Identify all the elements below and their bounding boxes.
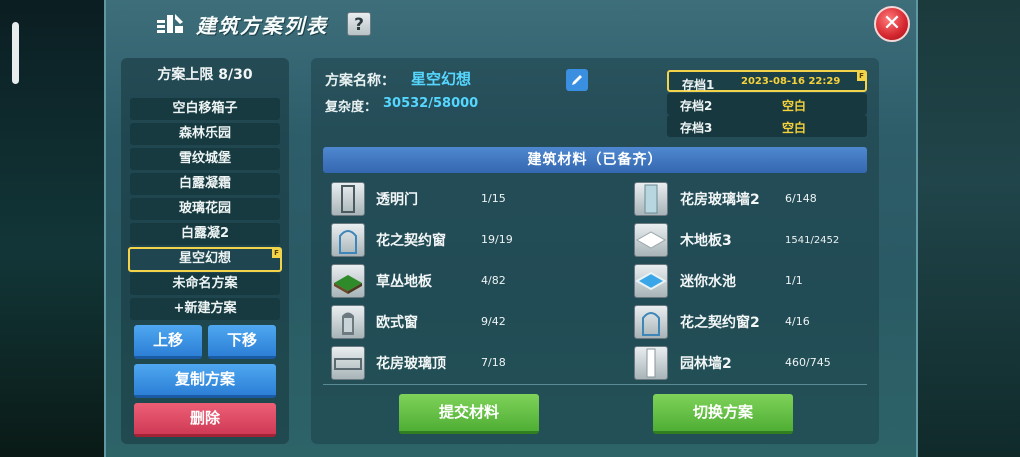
plan-item[interactable]: 白露凝霜 xyxy=(130,173,280,195)
plan-item[interactable]: 玻璃花园 xyxy=(130,198,280,220)
save-slot[interactable]: 存档1 2023-08-16 22:29 xyxy=(667,70,867,92)
door-icon xyxy=(331,182,365,216)
save-slot-name: 存档1 xyxy=(682,78,715,92)
plan-item[interactable]: 雪纹城堡 xyxy=(130,148,280,170)
window-icon xyxy=(331,223,365,257)
new-plan-button[interactable]: +新建方案 xyxy=(130,298,280,320)
material-count: 460/745 xyxy=(785,356,831,369)
plan-item[interactable]: 未命名方案 xyxy=(130,273,280,295)
save-selected-flag: F xyxy=(857,72,866,81)
plan-item[interactable]: 森林乐园 xyxy=(130,123,280,145)
building-icon xyxy=(157,14,183,33)
background-right xyxy=(910,0,1020,457)
material-count: 1/1 xyxy=(785,274,803,287)
material-count: 9/42 xyxy=(481,315,506,328)
european-window-icon xyxy=(331,305,365,339)
glass-roof-icon xyxy=(331,346,365,380)
complexity-value: 30532/58000 xyxy=(383,96,479,111)
material-name: 透明门 xyxy=(376,192,418,208)
pool-icon xyxy=(634,264,668,298)
material-name: 欧式窗 xyxy=(376,315,418,331)
submit-materials-button[interactable]: 提交材料 xyxy=(399,394,539,434)
delete-button[interactable]: 删除 xyxy=(134,403,276,437)
material-name: 花之契约窗 xyxy=(376,233,446,249)
save-slot-name: 存档2 xyxy=(680,99,713,113)
divider xyxy=(323,384,867,385)
material-count: 19/19 xyxy=(481,233,513,246)
save-slot-status: 空白 xyxy=(782,99,807,113)
material-name: 园林墙2 xyxy=(680,356,732,372)
selected-flag: F xyxy=(272,249,281,258)
window-title: 建筑方案列表 xyxy=(196,14,328,38)
plan-limit: 方案上限 8/30 xyxy=(157,67,253,83)
material-name: 花房玻璃墙2 xyxy=(680,192,760,208)
material-name: 花房玻璃顶 xyxy=(376,356,446,372)
material-count: 1541/2452 xyxy=(785,235,840,246)
move-down-button[interactable]: 下移 xyxy=(208,325,276,359)
grass-floor-icon xyxy=(331,264,365,298)
material-name: 迷你水池 xyxy=(680,274,736,290)
plan-item[interactable]: 白露凝2 xyxy=(130,223,280,245)
close-button[interactable]: ✕ xyxy=(874,6,910,42)
material-count: 1/15 xyxy=(481,192,506,205)
move-up-button[interactable]: 上移 xyxy=(134,325,202,359)
materials-header: 建筑材料（已备齐） xyxy=(323,147,867,173)
wood-floor-icon xyxy=(634,223,668,257)
pencil-icon xyxy=(572,75,582,85)
garden-wall-icon xyxy=(634,346,668,380)
plan-item-selected[interactable]: 星空幻想 xyxy=(128,247,282,272)
switch-plan-button[interactable]: 切换方案 xyxy=(653,394,793,434)
material-count: 4/82 xyxy=(481,274,506,287)
plan-name-value: 星空幻想 xyxy=(411,70,472,88)
material-name: 木地板3 xyxy=(680,233,732,249)
glass-wall-icon xyxy=(634,182,668,216)
copy-plan-button[interactable]: 复制方案 xyxy=(134,364,276,398)
side-handle[interactable] xyxy=(12,22,19,84)
save-slot-date: 2023-08-16 22:29 xyxy=(741,76,841,87)
material-count: 7/18 xyxy=(481,356,506,369)
plan-item[interactable]: 空白移箱子 xyxy=(130,98,280,120)
edit-name-button[interactable] xyxy=(566,69,588,91)
help-button[interactable]: ? xyxy=(347,12,371,36)
plan-name-label: 方案名称： xyxy=(325,73,395,89)
window-icon xyxy=(634,305,668,339)
save-slot[interactable]: 存档2 空白 xyxy=(667,93,867,115)
material-name: 草丛地板 xyxy=(376,274,432,290)
window-header: 建筑方案列表 ? xyxy=(104,0,918,50)
save-slot-status: 空白 xyxy=(782,121,807,135)
save-slot[interactable]: 存档3 空白 xyxy=(667,115,867,137)
material-count: 4/16 xyxy=(785,315,810,328)
complexity-label: 复杂度： xyxy=(325,100,378,115)
save-slot-name: 存档3 xyxy=(680,121,713,135)
material-name: 花之契约窗2 xyxy=(680,315,760,331)
material-count: 6/148 xyxy=(785,192,817,205)
